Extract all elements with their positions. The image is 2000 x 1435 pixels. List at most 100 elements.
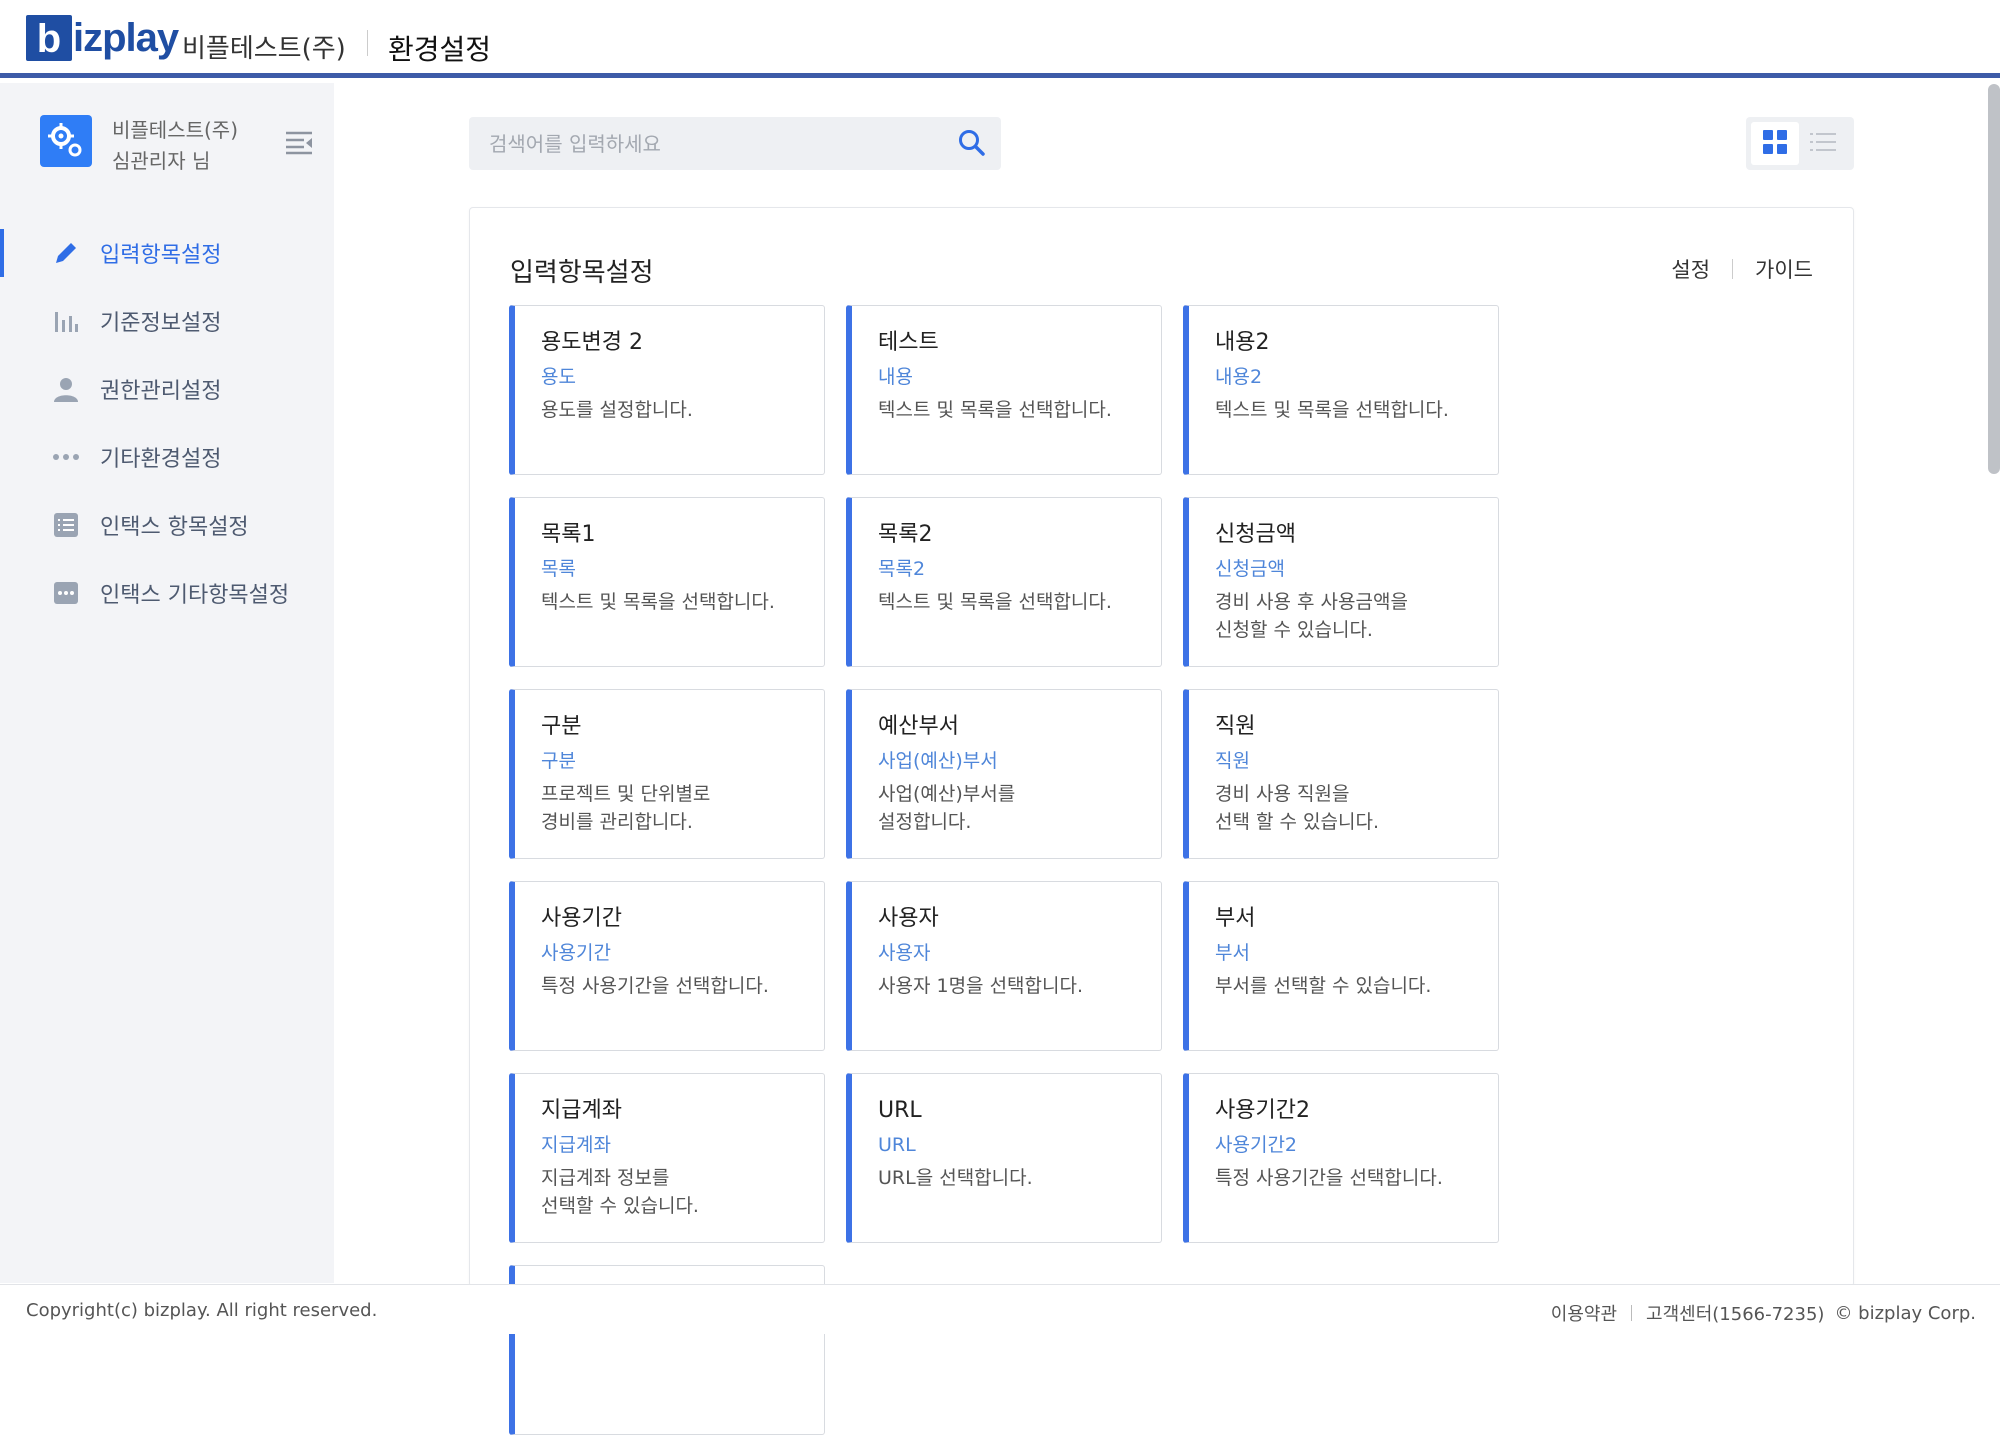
more-dots-icon: [52, 443, 80, 471]
card-title: 지급계좌: [541, 1098, 622, 1123]
item-card[interactable]: 직원 직원 경비 사용 직원을 선택 할 수 있습니다.: [1183, 689, 1499, 859]
search-icon[interactable]: [957, 128, 987, 158]
header-company-name: 비플테스트(주): [182, 34, 346, 64]
card-title: 사용기간: [541, 906, 622, 931]
item-card[interactable]: 사용기간2 사용기간2 특정 사용기간을 선택합니다.: [1183, 1073, 1499, 1243]
search-bar: [469, 117, 1001, 170]
card-subtitle: URL: [878, 1134, 916, 1156]
card-description: URL을 선택합니다.: [878, 1167, 1033, 1189]
item-card[interactable]: 신청금액 신청금액 경비 사용 후 사용금액을 신청할 수 있습니다.: [1183, 497, 1499, 667]
card-title: 목록1: [541, 522, 596, 547]
card-title: 용도변경 2: [541, 330, 643, 355]
link-divider: [1732, 259, 1734, 279]
panel-links: 설정 가이드: [1671, 254, 1813, 284]
app-header: b izplay 비플테스트(주) 환경설정: [0, 0, 2000, 78]
item-card[interactable]: 지급계좌 지급계좌 지급계좌 정보를 선택할 수 있습니다.: [509, 1073, 825, 1243]
card-subtitle: 내용2: [1215, 366, 1263, 388]
card-description: 부서를 선택할 수 있습니다.: [1215, 975, 1432, 997]
dots-box-icon: [52, 579, 80, 607]
card-description: 텍스트 및 목록을 선택합니다.: [878, 399, 1112, 421]
card-subtitle: 목록: [541, 558, 576, 580]
card-title: 예산부서: [878, 714, 959, 739]
card-subtitle: 지급계좌: [541, 1134, 611, 1156]
card-description: 용도를 설정합니다.: [541, 399, 693, 421]
sidebar-item-other-settings[interactable]: 기타환경설정: [0, 423, 334, 491]
item-card[interactable]: 예산부서 사업(예산)부서 사업(예산)부서를 설정합니다.: [846, 689, 1162, 859]
card-description: 사용자 1명을 선택합니다.: [878, 975, 1084, 997]
page-title: 환경설정: [388, 33, 492, 66]
sidebar-item-label: 권한관리설정: [100, 379, 222, 404]
list-view-button[interactable]: [1799, 122, 1847, 165]
sidebar-item-label: 인택스 기타항목설정: [100, 583, 290, 608]
item-card[interactable]: 구분 구분 프로젝트 및 단위별로 경비를 관리합니다.: [509, 689, 825, 859]
sidebar-item-intax-items[interactable]: 인택스 항목설정: [0, 491, 334, 559]
user-profile: 비플테스트(주) 심관리자 님: [40, 115, 238, 177]
bizplay-logo[interactable]: b izplay: [26, 14, 179, 62]
card-title: 구분: [541, 714, 582, 739]
card-description: 특정 사용기간을 선택합니다.: [1215, 1167, 1443, 1189]
item-card[interactable]: 사용기간 사용기간 특정 사용기간을 선택합니다.: [509, 881, 825, 1051]
card-subtitle: 목록2: [878, 558, 926, 580]
item-card[interactable]: 테스트 내용 텍스트 및 목록을 선택합니다.: [846, 305, 1162, 475]
card-description: 경비 사용 직원을 선택 할 수 있습니다.: [1215, 783, 1379, 833]
input-settings-panel: 입력항목설정 설정 가이드 용도변경 2 용도 용도를 설정합니다. 테스트 내…: [469, 207, 1854, 1435]
panel-title: 입력항목설정: [510, 258, 654, 288]
grid-icon: [1762, 129, 1788, 159]
card-subtitle: 부서: [1215, 942, 1250, 964]
settings-gear-icon: [40, 115, 92, 167]
sidebar-item-input-settings[interactable]: 입력항목설정: [0, 219, 334, 287]
item-card[interactable]: 내용2 내용2 텍스트 및 목록을 선택합니다.: [1183, 305, 1499, 475]
sidebar-nav: 입력항목설정 기준정보설정 권한관리설정 기타환경설정 인택스 항목설정 인택스…: [0, 219, 334, 627]
card-description: 프로젝트 및 단위별로 경비를 관리합니다.: [541, 783, 711, 833]
sidebar-collapse-icon[interactable]: [284, 129, 314, 162]
grid-view-button[interactable]: [1751, 122, 1799, 165]
card-subtitle: 사용기간2: [1215, 1134, 1298, 1156]
card-title: 직원: [1215, 714, 1256, 739]
card-title: 내용2: [1215, 330, 1270, 355]
card-description: 경비 사용 후 사용금액을 신청할 수 있습니다.: [1215, 591, 1408, 641]
logo-mark: b: [26, 15, 72, 61]
card-title: 테스트: [878, 330, 939, 355]
view-toggle: [1746, 117, 1854, 170]
card-subtitle: 직원: [1215, 750, 1250, 772]
card-subtitle: 구분: [541, 750, 576, 772]
card-description: 텍스트 및 목록을 선택합니다.: [541, 591, 775, 613]
settings-link[interactable]: 설정: [1671, 254, 1710, 284]
card-title: URL: [878, 1098, 922, 1123]
user-icon: [52, 375, 80, 403]
corp-text: © bizplay Corp.: [1834, 1302, 1976, 1324]
list-icon: [1809, 131, 1837, 157]
support-link[interactable]: 고객센터(1566-7235): [1646, 1300, 1824, 1326]
card-subtitle: 용도: [541, 366, 576, 388]
pencil-icon: [52, 239, 80, 267]
item-card[interactable]: 사용자 사용자 사용자 1명을 선택합니다.: [846, 881, 1162, 1051]
sidebar-item-permissions[interactable]: 권한관리설정: [0, 355, 334, 423]
item-card[interactable]: 용도변경 2 용도 용도를 설정합니다.: [509, 305, 825, 475]
scrollbar-thumb[interactable]: [1988, 84, 2000, 474]
sidebar: 비플테스트(주) 심관리자 님 입력항목설정 기준정보설정 권한관리설정 기타환…: [0, 83, 334, 1283]
guide-link[interactable]: 가이드: [1755, 254, 1813, 284]
card-title: 사용기간2: [1215, 1098, 1310, 1123]
sidebar-item-intax-other-items[interactable]: 인택스 기타항목설정: [0, 559, 334, 627]
footer: Copyright(c) bizplay. All right reserved…: [0, 1284, 2000, 1334]
item-card[interactable]: 목록2 목록2 텍스트 및 목록을 선택합니다.: [846, 497, 1162, 667]
header-divider: [367, 30, 368, 56]
item-card[interactable]: 부서 부서 부서를 선택할 수 있습니다.: [1183, 881, 1499, 1051]
list-box-icon: [52, 511, 80, 539]
footer-divider: [1631, 1305, 1633, 1321]
card-description: 특정 사용기간을 선택합니다.: [541, 975, 769, 997]
card-description: 지급계좌 정보를 선택할 수 있습니다.: [541, 1167, 699, 1217]
search-input[interactable]: [489, 131, 929, 156]
item-card[interactable]: 목록1 목록 텍스트 및 목록을 선택합니다.: [509, 497, 825, 667]
card-title: 사용자: [878, 906, 939, 931]
sidebar-item-base-info[interactable]: 기준정보설정: [0, 287, 334, 355]
sidebar-item-label: 입력항목설정: [100, 243, 222, 268]
logo-text: izplay: [73, 15, 179, 60]
item-card[interactable]: URL URL URL을 선택합니다.: [846, 1073, 1162, 1243]
terms-link[interactable]: 이용약관: [1551, 1300, 1617, 1326]
sidebar-item-label: 인택스 항목설정: [100, 515, 249, 540]
card-description: 텍스트 및 목록을 선택합니다.: [878, 591, 1112, 613]
card-description: 사업(예산)부서를 설정합니다.: [878, 783, 1016, 833]
sidebar-item-label: 기타환경설정: [100, 447, 222, 472]
sidebar-item-label: 기준정보설정: [100, 311, 222, 336]
